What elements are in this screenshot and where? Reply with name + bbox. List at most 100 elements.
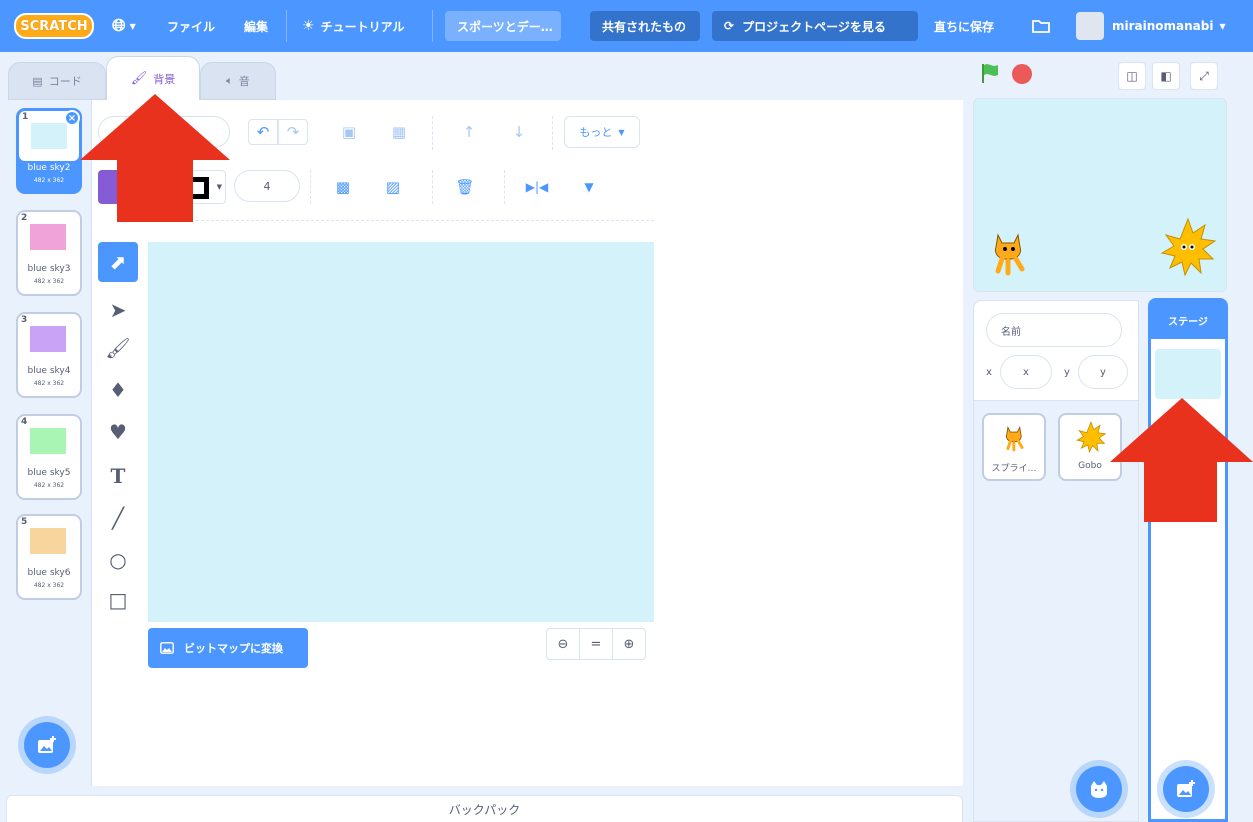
forward-icon[interactable]: ↑ (456, 119, 482, 145)
backdrop-item[interactable]: 1 × blue sky2 482 x 362 (16, 108, 82, 194)
outline-size-input[interactable]: 4 (234, 170, 300, 202)
backdrop-name: blue sky2 (27, 163, 71, 173)
copy-icon[interactable]: ▩ (330, 174, 356, 200)
backdrop-name: blue sky4 (27, 366, 71, 376)
eraser-tool-icon[interactable]: ♦ (98, 370, 138, 410)
choose-stage-backdrop-button[interactable] (1163, 766, 1209, 812)
trash-icon[interactable]: 🗑︎ (452, 174, 478, 200)
choose-sprite-button[interactable] (1076, 766, 1122, 812)
sprite-tile[interactable]: スプライ… (982, 413, 1046, 481)
stage[interactable] (973, 98, 1227, 292)
convert-to-bitmap-button[interactable]: ビットマップに変換 (148, 628, 308, 668)
shared-button[interactable]: 共有されたもの (590, 11, 700, 41)
select-tool-icon[interactable]: ⬈ (98, 242, 138, 282)
caret-down-icon: ▼ (1219, 21, 1226, 31)
account-menu[interactable]: mirainomanabi ▼ (1076, 0, 1226, 52)
arrow-annotation-up-icon (80, 94, 230, 222)
choose-backdrop-button[interactable] (24, 722, 70, 768)
image-icon (160, 642, 174, 654)
undo-icon[interactable]: ↶ (248, 119, 278, 145)
project-title-input[interactable]: スポーツとデー… (445, 11, 561, 41)
sprite-name: スプライ… (991, 464, 1037, 474)
x-input[interactable]: x (1000, 355, 1052, 389)
circle-tool-icon[interactable]: ○ (98, 540, 138, 580)
cat-add-icon (1091, 781, 1107, 798)
backdrop-size: 482 x 362 (33, 582, 65, 589)
backdrop-name: blue sky6 (27, 568, 71, 578)
backdrop-size: 482 x 362 (33, 278, 65, 285)
backdrop-size: 482 x 362 (33, 482, 65, 489)
backpack[interactable]: バックパック (6, 795, 963, 822)
backdrop-name: blue sky5 (27, 468, 71, 478)
large-stage-icon[interactable]: ◧ (1152, 62, 1180, 90)
reshape-tool-icon[interactable]: ➤ (98, 290, 138, 330)
scratch-logo[interactable]: SCRATCH (14, 13, 94, 39)
delete-icon[interactable]: × (64, 110, 80, 126)
stop-icon[interactable] (1012, 64, 1032, 84)
remix-icon: ⟳ (724, 19, 735, 33)
line-tool-icon[interactable]: ╱ (98, 498, 138, 538)
sprite-info: 名前 x x y y (974, 301, 1138, 401)
zoom-out-icon[interactable]: ⊖ (546, 628, 580, 660)
backdrop-item[interactable]: 3 blue sky4 482 x 362 (16, 312, 82, 398)
cat-thumbnail (1006, 425, 1024, 452)
y-input[interactable]: y (1078, 355, 1128, 389)
y-label: y (1064, 367, 1070, 378)
cat-sprite (995, 233, 1025, 276)
avatar (1076, 12, 1104, 40)
arrow-annotation-up-icon (1110, 398, 1253, 522)
tutorial-label: チュートリアル (320, 19, 405, 34)
flip-horizontal-icon[interactable]: ▶|◀ (524, 174, 550, 200)
gobo-sprite (1160, 217, 1216, 277)
fullscreen-icon[interactable]: ⤢ (1190, 62, 1218, 90)
tutorial-menu[interactable]: ☀ チュートリアル (302, 0, 404, 52)
rectangle-tool-icon[interactable]: □ (98, 580, 138, 620)
backdrop-item[interactable]: 5 blue sky6 482 x 362 (16, 514, 82, 600)
lightbulb-icon: ☀ (302, 18, 315, 34)
zoom-reset-button[interactable]: = (579, 628, 613, 660)
edit-menu[interactable]: 編集 (244, 0, 268, 52)
zoom-in-icon[interactable]: ⊕ (612, 628, 646, 660)
sprite-name-input[interactable]: 名前 (986, 313, 1122, 347)
redo-icon[interactable]: ↷ (278, 119, 308, 145)
caret-down-icon: ▼ (129, 21, 136, 31)
brush-icon: 🖌︎ (130, 71, 148, 86)
backdrop-thumbnail (30, 224, 66, 250)
backdrop-item[interactable]: 4 blue sky5 482 x 362 (16, 414, 82, 500)
save-now-button[interactable]: 直ちに保存 (934, 0, 994, 52)
language-menu[interactable]: 🌐︎ ▼ (112, 0, 136, 52)
more-menu[interactable]: もっと ▼ (564, 116, 640, 148)
text-tool-icon[interactable]: T (98, 456, 138, 496)
file-menu[interactable]: ファイル (167, 0, 215, 52)
x-label: x (986, 367, 992, 378)
menu-bar: SCRATCH 🌐︎ ▼ ファイル 編集 ☀ チュートリアル スポーツとデー… … (0, 0, 1253, 52)
small-stage-icon[interactable]: ◫ (1118, 62, 1146, 90)
backdrop-size: 482 x 362 (33, 177, 65, 184)
drawing-canvas[interactable] (148, 242, 654, 622)
stage-header: ステージ (1151, 301, 1225, 339)
group-icon[interactable]: ▣ (336, 119, 362, 145)
ungroup-icon[interactable]: ▦ (386, 119, 412, 145)
flip-vertical-icon[interactable]: ▼ (576, 174, 602, 200)
backdrop-item[interactable]: 2 blue sky3 482 x 362 (16, 210, 82, 296)
stage-target-pane[interactable]: ステージ (1148, 298, 1228, 822)
backward-icon[interactable]: ↓ (506, 119, 532, 145)
speaker-icon: 🔈︎ (226, 74, 233, 87)
brush-tool-icon[interactable]: 🖌︎ (98, 328, 138, 368)
backdrop-thumbnail (30, 428, 66, 454)
backdrop-size: 482 x 362 (33, 380, 65, 387)
fill-tool-icon[interactable]: ♥ (98, 412, 138, 452)
code-icon: ▤ (32, 74, 43, 88)
stage-thumbnail[interactable] (1155, 349, 1221, 399)
image-add-icon (38, 736, 56, 753)
menu-divider (286, 10, 287, 42)
globe-icon: 🌐︎ (112, 16, 126, 36)
my-stuff-folder[interactable] (1032, 0, 1050, 52)
username: mirainomanabi (1112, 19, 1214, 33)
backdrop-thumbnail (30, 326, 66, 352)
project-page-label: プロジェクトページを見る (742, 19, 886, 34)
green-flag-icon[interactable] (980, 62, 1000, 88)
paste-icon[interactable]: ▨ (380, 174, 406, 200)
folder-icon (1032, 20, 1050, 33)
project-page-button[interactable]: ⟳ プロジェクトページを見る (712, 11, 918, 41)
